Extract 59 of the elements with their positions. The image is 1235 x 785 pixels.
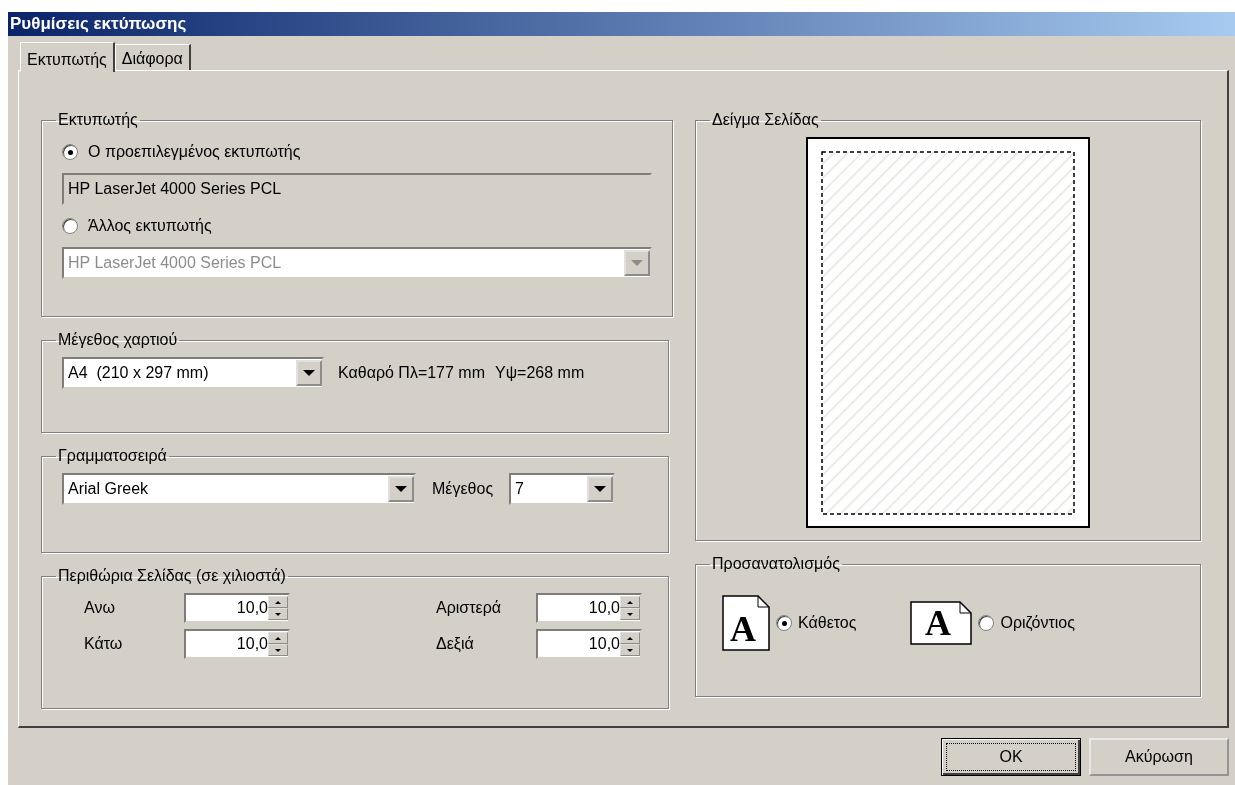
- radio-label[interactable]: Οριζόντιος: [1000, 614, 1075, 632]
- group-title: Δείγμα Σελίδας: [711, 111, 820, 129]
- cancel-button[interactable]: Ακύρωση: [1089, 738, 1229, 776]
- spin-up-button[interactable]: [268, 632, 288, 644]
- spin-down-button[interactable]: [620, 608, 640, 620]
- spin-up-button[interactable]: [620, 596, 640, 608]
- field-label: Κάτω: [84, 635, 124, 653]
- tab[interactable]: Εκτυπωτής: [20, 42, 115, 72]
- field-label: Ανω: [84, 599, 116, 617]
- tab[interactable]: Διάφορα: [114, 44, 191, 70]
- dropdown-field[interactable]: A4 (210 x 297 mm): [62, 357, 324, 389]
- up-arrow-icon: [275, 600, 281, 604]
- caret-icon: [303, 370, 315, 376]
- caret-icon: [395, 486, 407, 492]
- group-title: Γραμματοσειρά: [57, 447, 168, 465]
- info-text: Υψ=268 mm: [495, 364, 585, 382]
- up-arrow-icon: [627, 636, 633, 640]
- spin-down-button[interactable]: [268, 644, 288, 656]
- spin-up-button[interactable]: [620, 632, 640, 644]
- group-title: Προσανατολισμός: [711, 555, 841, 573]
- field-label: Δεξιά: [436, 635, 475, 653]
- spinner-field[interactable]: 10,0: [184, 593, 290, 623]
- window-title: Ρυθμίσεις εκτύπωσης: [10, 14, 187, 34]
- radio-button[interactable]: [62, 144, 78, 160]
- down-arrow-icon: [627, 612, 633, 616]
- radio-label[interactable]: Κάθετος: [798, 614, 857, 632]
- spinner-field[interactable]: 10,0: [536, 629, 642, 659]
- spin-down-button[interactable]: [268, 608, 288, 620]
- down-arrow-icon: [275, 612, 281, 616]
- up-arrow-icon: [627, 600, 633, 604]
- spinner-field[interactable]: 10,0: [184, 629, 290, 659]
- page-icon: A: [722, 595, 770, 651]
- radio-button[interactable]: [776, 615, 792, 631]
- field-label: Αριστερά: [436, 599, 502, 617]
- caret-icon: [594, 486, 607, 492]
- dropdown-button[interactable]: [296, 360, 322, 386]
- spinner-field[interactable]: 10,0: [536, 593, 642, 623]
- spin-up-button[interactable]: [268, 596, 288, 608]
- radio-button[interactable]: [62, 218, 78, 234]
- radio-label[interactable]: Άλλος εκτυπωτής: [88, 217, 212, 235]
- ok-button[interactable]: OK: [941, 738, 1081, 776]
- dropdown-button[interactable]: [587, 476, 614, 502]
- down-arrow-icon: [275, 648, 281, 652]
- radio-button[interactable]: [978, 615, 995, 631]
- caret-icon: [631, 260, 643, 266]
- text-field[interactable]: HP LaserJet 4000 Series PCL: [62, 173, 652, 205]
- group-title: Μέγεθος χαρτιού: [57, 331, 179, 349]
- dropdown-field[interactable]: Arial Greek: [62, 473, 416, 505]
- page-icon: A: [910, 601, 973, 645]
- dropdown-button[interactable]: [388, 476, 414, 502]
- info-text: Καθαρό Πλ=177 mm: [338, 364, 485, 382]
- group-title: Εκτυπωτής: [57, 111, 139, 129]
- dropdown-field[interactable]: 7: [509, 473, 616, 505]
- spin-down-button[interactable]: [620, 644, 640, 656]
- group-title: Περιθώρια Σελίδας (σε χιλιοστά): [57, 567, 287, 585]
- radio-label[interactable]: Ο προεπιλεγμένος εκτυπωτής: [88, 143, 301, 161]
- field-label: Μέγεθος: [432, 480, 494, 498]
- up-arrow-icon: [275, 636, 281, 640]
- down-arrow-icon: [627, 648, 633, 652]
